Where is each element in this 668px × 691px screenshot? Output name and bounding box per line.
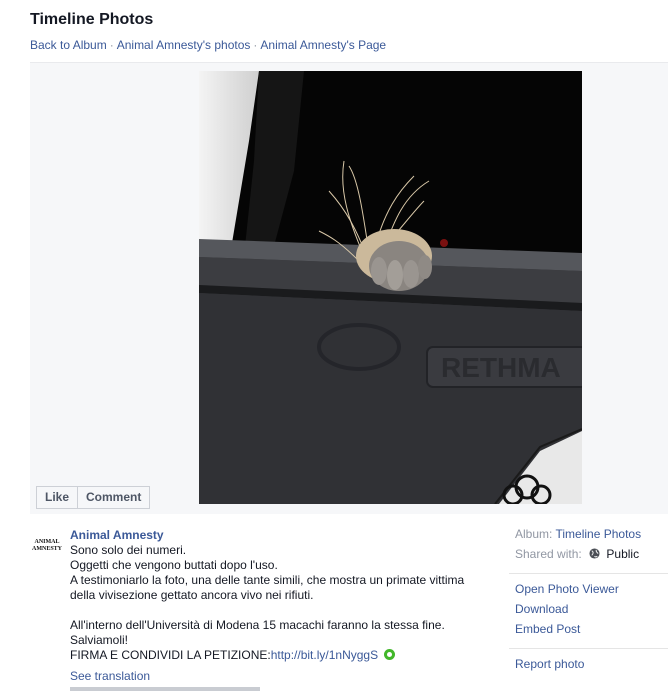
post-meta-cut-off-graphic — [70, 687, 260, 691]
post-body: Animal Amnesty Sono solo dei numeri. Ogg… — [70, 528, 490, 684]
shared-with-value[interactable]: Public — [606, 547, 639, 561]
post-text-line: Sono solo dei numeri. — [70, 543, 187, 557]
post-text-line: All'interno dell'Università di Modena 15… — [70, 618, 445, 632]
post-text-line: Oggetti che vengono buttati dopo l'uso. — [70, 558, 278, 572]
photo-image[interactable]: RETHMA — [199, 71, 582, 504]
sidebar-divider — [509, 648, 668, 649]
report-photo-link[interactable]: Report photo — [515, 657, 668, 677]
link-preview-icon[interactable] — [384, 649, 396, 660]
embed-post-link[interactable]: Embed Post — [515, 622, 668, 642]
back-to-album-link[interactable]: Back to Album — [30, 38, 107, 52]
breadcrumb: Back to Album · Animal Amnesty's photos · An… — [30, 38, 386, 52]
petition-link[interactable]: http://bit.ly/1nNyggS — [271, 648, 378, 662]
album-label: Album: — [515, 527, 553, 541]
photo-actions: Like Comment — [36, 486, 151, 509]
animal-amnesty-photos-link[interactable]: Animal Amnesty's photos — [117, 38, 251, 52]
sidebar-divider — [509, 573, 668, 574]
petition-line: FIRMA E CONDIVIDI LA PETIZIONE:http://bi… — [70, 648, 490, 663]
shared-with-label: Shared with: — [515, 547, 582, 561]
animal-amnesty-page-link[interactable]: Animal Amnesty's Page — [260, 38, 386, 52]
photo-stage: RETHMA Like Comment — [30, 62, 668, 514]
logo-text-2: AMNESTY — [32, 546, 63, 552]
photo-graphic: RETHMA — [199, 71, 582, 504]
breadcrumb-separator: · — [253, 38, 258, 52]
author-logo[interactable]: ANIMAL AMNESTY — [30, 536, 64, 552]
photo-sidebar: Album: Timeline Photos Shared with: Publ… — [509, 527, 668, 677]
breadcrumb-separator: · — [109, 38, 114, 52]
logo-text-1: ANIMAL — [35, 539, 60, 545]
like-button[interactable]: Like — [36, 486, 79, 509]
post-text-line: Salviamoli! — [70, 633, 129, 647]
post-meta-cut-off — [70, 684, 390, 691]
comment-button[interactable]: Comment — [78, 486, 151, 509]
petition-label: FIRMA E CONDIVIDI LA PETIZIONE: — [70, 648, 271, 662]
post-text-line: della vivisezione gettato ancora vivo ne… — [70, 588, 314, 602]
download-link[interactable]: Download — [515, 602, 668, 622]
bin-plate-text: RETHMA — [441, 352, 561, 383]
globe-icon — [589, 548, 600, 559]
album-row: Album: Timeline Photos — [515, 527, 668, 547]
album-value-link[interactable]: Timeline Photos — [555, 527, 641, 541]
shared-with-row: Shared with: Public — [515, 547, 668, 567]
page-title: Timeline Photos — [30, 11, 154, 28]
see-translation-link[interactable]: See translation — [70, 669, 490, 684]
post-text-line: A testimoniarlo la foto, una delle tante… — [70, 573, 465, 587]
open-photo-viewer-link[interactable]: Open Photo Viewer — [515, 582, 668, 602]
author-name-link[interactable]: Animal Amnesty — [70, 528, 490, 543]
